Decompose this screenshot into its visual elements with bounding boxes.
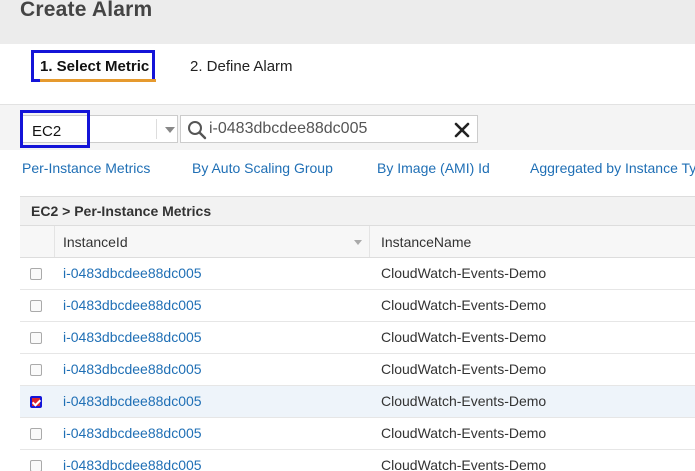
tab-by-auto-scaling-group[interactable]: By Auto Scaling Group <box>192 160 333 176</box>
search-icon <box>188 121 207 140</box>
instance-name: CloudWatch-Events-Demo <box>381 425 547 441</box>
column-divider <box>369 226 370 257</box>
column-header-instance-id[interactable]: InstanceId <box>63 234 128 250</box>
table-body: i-0483dbcdee88dc005 CloudWatch-Events-De… <box>20 258 695 471</box>
page-header: Create Alarm <box>0 0 695 45</box>
instance-id-link[interactable]: i-0483dbcdee88dc005 <box>63 361 202 377</box>
instance-name: CloudWatch-Events-Demo <box>381 297 547 313</box>
tab-by-image-ami-id[interactable]: By Image (AMI) Id <box>377 160 490 176</box>
metric-search[interactable] <box>180 115 478 143</box>
wizard-steps: 1. Select Metric 2. Define Alarm <box>0 44 695 102</box>
table-row[interactable]: i-0483dbcdee88dc005 CloudWatch-Events-De… <box>20 258 695 290</box>
row-checkbox[interactable] <box>30 332 42 344</box>
search-input[interactable] <box>209 118 439 140</box>
select-divider <box>156 119 157 139</box>
instance-id-link[interactable]: i-0483dbcdee88dc005 <box>63 425 202 441</box>
column-header-instance-name[interactable]: InstanceName <box>381 234 471 250</box>
instance-id-link[interactable]: i-0483dbcdee88dc005 <box>63 457 202 471</box>
step-select-metric[interactable]: 1. Select Metric <box>31 50 156 82</box>
breadcrumb-text: EC2 > Per-Instance Metrics <box>31 203 212 219</box>
metric-toolbar: EC2 <box>0 104 695 151</box>
instance-name: CloudWatch-Events-Demo <box>381 265 547 281</box>
instance-id-link[interactable]: i-0483dbcdee88dc005 <box>63 393 202 409</box>
row-checkbox[interactable] <box>30 300 42 312</box>
instance-name: CloudWatch-Events-Demo <box>381 393 547 409</box>
tab-aggregated-by-instance-type[interactable]: Aggregated by Instance Type <box>530 160 695 176</box>
table-header: InstanceId InstanceName <box>20 226 695 258</box>
instance-name: CloudWatch-Events-Demo <box>381 457 547 471</box>
active-step-underline <box>40 79 156 82</box>
table-row[interactable]: i-0483dbcdee88dc005 CloudWatch-Events-De… <box>20 450 695 471</box>
instance-id-link[interactable]: i-0483dbcdee88dc005 <box>63 265 202 281</box>
instance-name: CloudWatch-Events-Demo <box>381 361 547 377</box>
breadcrumb: EC2 > Per-Instance Metrics <box>20 197 695 226</box>
page-title: Create Alarm <box>20 0 153 21</box>
metric-category-tabs: Per-Instance Metrics By Auto Scaling Gro… <box>0 150 695 188</box>
chevron-down-icon[interactable] <box>165 127 175 133</box>
table-row[interactable]: i-0483dbcdee88dc005 CloudWatch-Events-De… <box>20 418 695 450</box>
row-checkbox[interactable] <box>30 460 42 471</box>
tab-per-instance-metrics[interactable]: Per-Instance Metrics <box>22 160 150 176</box>
table-row[interactable]: i-0483dbcdee88dc005 CloudWatch-Events-De… <box>20 290 695 322</box>
metrics-table: EC2 > Per-Instance Metrics InstanceId In… <box>20 196 695 471</box>
step-select-metric-label: 1. Select Metric <box>40 58 150 75</box>
sort-caret-icon[interactable] <box>354 240 362 245</box>
table-row[interactable]: i-0483dbcdee88dc005 CloudWatch-Events-De… <box>20 322 695 354</box>
row-checkbox[interactable] <box>30 364 42 376</box>
row-checkbox[interactable] <box>30 268 42 280</box>
instance-name: CloudWatch-Events-Demo <box>381 329 547 345</box>
row-checkbox-checked[interactable] <box>30 396 42 408</box>
instance-id-link[interactable]: i-0483dbcdee88dc005 <box>63 297 202 313</box>
table-row[interactable]: i-0483dbcdee88dc005 CloudWatch-Events-De… <box>20 354 695 386</box>
step-define-alarm[interactable]: 2. Define Alarm <box>190 58 293 75</box>
column-divider <box>54 226 55 257</box>
instance-id-link[interactable]: i-0483dbcdee88dc005 <box>63 329 202 345</box>
table-row-selected[interactable]: i-0483dbcdee88dc005 CloudWatch-Events-De… <box>20 386 695 418</box>
close-icon[interactable] <box>453 121 471 139</box>
row-checkbox[interactable] <box>30 428 42 440</box>
namespace-highlight-box <box>20 110 90 148</box>
